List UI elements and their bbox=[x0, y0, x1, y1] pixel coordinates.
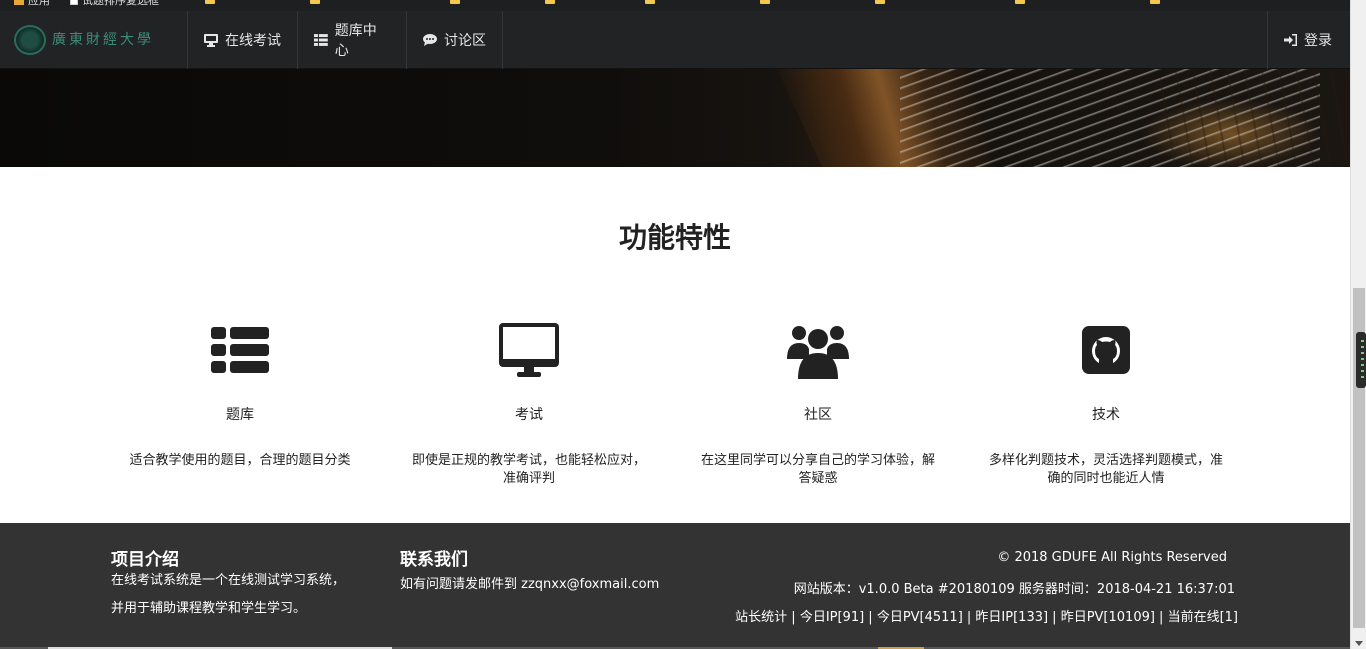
chat-icon bbox=[423, 34, 437, 46]
feature-name: 社区 bbox=[804, 407, 832, 423]
feature-community: 社区 在这里同学可以分享自己的学习体验，解答疑惑 bbox=[688, 318, 948, 488]
top-navbar: 廣東財經大學 在线考试 题库中心 讨论区 登录 bbox=[0, 11, 1350, 69]
apps-icon bbox=[14, 0, 24, 5]
list-icon bbox=[211, 327, 269, 373]
bookmark-folder[interactable] bbox=[1015, 0, 1025, 6]
folder-icon bbox=[760, 0, 770, 4]
folder-icon bbox=[1015, 0, 1025, 4]
nav-label: 在线考试 bbox=[225, 33, 281, 49]
sign-in-icon bbox=[1284, 34, 1297, 46]
login-label: 登录 bbox=[1304, 33, 1332, 49]
feature-technology: 技术 多样化判题技术，灵活选择判题模式，准确的同时也能近人情 bbox=[976, 318, 1236, 488]
feature-icon-wrap bbox=[399, 318, 659, 382]
desktop-icon bbox=[499, 323, 559, 377]
feature-icon-wrap bbox=[976, 318, 1236, 382]
site-stats-link[interactable]: 站长统计 | 今日IP[91] | 今日PV[4511] | 昨日IP[133]… bbox=[735, 606, 1238, 625]
about-text-line: 在线考试系统是一个在线测试学习系统， bbox=[111, 573, 346, 588]
bookmark-folder[interactable] bbox=[205, 0, 215, 6]
github-icon bbox=[1082, 326, 1130, 374]
nav-label: 题库中心 bbox=[334, 23, 377, 59]
brand-logo[interactable]: 廣東財經大學 bbox=[14, 23, 172, 57]
folder-icon bbox=[450, 0, 460, 4]
feature-description: 适合教学使用的题目，合理的题目分类 bbox=[129, 453, 351, 468]
features-title: 功能特性 bbox=[618, 221, 731, 254]
university-seal-icon bbox=[14, 25, 46, 55]
feature-name: 考试 bbox=[515, 407, 543, 423]
list-icon bbox=[314, 34, 328, 46]
feature-name: 技术 bbox=[1092, 407, 1120, 423]
about-text-line: 并用于辅助课程教学和学生学习。 bbox=[111, 601, 307, 616]
folder-icon bbox=[1150, 0, 1160, 4]
hero-banner-image bbox=[0, 69, 1350, 167]
desktop-icon bbox=[204, 33, 218, 47]
nav-discussion[interactable]: 讨论区 bbox=[407, 11, 502, 69]
folder-icon bbox=[310, 0, 320, 4]
feature-exam: 考试 即使是正规的教学考试，也能轻松应对，准确评判 bbox=[399, 318, 659, 488]
bookmark-label: 应用 bbox=[28, 0, 50, 7]
feature-question-bank: 题库 适合教学使用的题目，合理的题目分类 bbox=[110, 318, 370, 470]
folder-icon bbox=[545, 0, 555, 4]
page-icon bbox=[70, 0, 78, 5]
nav-label: 讨论区 bbox=[444, 33, 486, 49]
feature-description: 在这里同学可以分享自己的学习体验，解答疑惑 bbox=[700, 453, 935, 486]
scroll-down-arrow-icon[interactable] bbox=[1355, 641, 1363, 646]
bookmark-folder[interactable] bbox=[1150, 0, 1160, 6]
folder-icon bbox=[205, 0, 215, 4]
site-footer: 项目介绍 在线考试系统是一个在线测试学习系统， 并用于辅助课程教学和学生学习。 … bbox=[0, 523, 1350, 649]
nav-online-exam[interactable]: 在线考试 bbox=[188, 11, 297, 69]
version-text: 网站版本：v1.0.0 Beta #20180109 服务器时间：2018-04… bbox=[793, 582, 1235, 597]
nav-question-bank[interactable]: 题库中心 bbox=[298, 11, 406, 69]
bookmark-item[interactable]: 试题排序复选框 bbox=[70, 0, 159, 7]
login-button[interactable]: 登录 bbox=[1268, 11, 1350, 69]
feature-name: 题库 bbox=[226, 407, 254, 423]
bookmark-folder[interactable] bbox=[875, 0, 885, 6]
folder-icon bbox=[645, 0, 655, 4]
side-widget[interactable] bbox=[1356, 332, 1366, 388]
feature-description: 多样化判题技术，灵活选择判题模式，准确的同时也能近人情 bbox=[988, 453, 1223, 486]
hero-trees-graphic bbox=[1160, 69, 1350, 167]
nav-divider bbox=[502, 11, 503, 69]
bookmarks-bar: 应用 试题排序复选框 bbox=[0, 0, 1366, 11]
folder-icon bbox=[875, 0, 885, 4]
bookmark-folder[interactable] bbox=[760, 0, 770, 6]
bookmark-folder[interactable] bbox=[545, 0, 555, 6]
copyright-text: © 2018 GDUFE All Rights Reserved bbox=[997, 550, 1227, 565]
bookmark-label: 试题排序复选框 bbox=[82, 0, 159, 7]
users-icon bbox=[787, 326, 849, 379]
brand-text: 廣東財經大學 bbox=[52, 32, 154, 48]
bookmark-folder[interactable] bbox=[645, 0, 655, 6]
feature-icon-wrap bbox=[688, 318, 948, 382]
bookmark-folder[interactable] bbox=[450, 0, 460, 6]
bookmark-apps[interactable]: 应用 bbox=[14, 0, 50, 7]
bookmark-folder[interactable] bbox=[310, 0, 320, 6]
page-scrollbar[interactable] bbox=[1350, 0, 1366, 649]
feature-icon-wrap bbox=[110, 318, 370, 382]
feature-description: 即使是正规的教学考试，也能轻松应对，准确评判 bbox=[411, 453, 646, 486]
contact-text[interactable]: 如有问题请发邮件到 zzqnxx@foxmail.com bbox=[400, 573, 659, 592]
contact-title: 联系我们 bbox=[400, 550, 468, 570]
